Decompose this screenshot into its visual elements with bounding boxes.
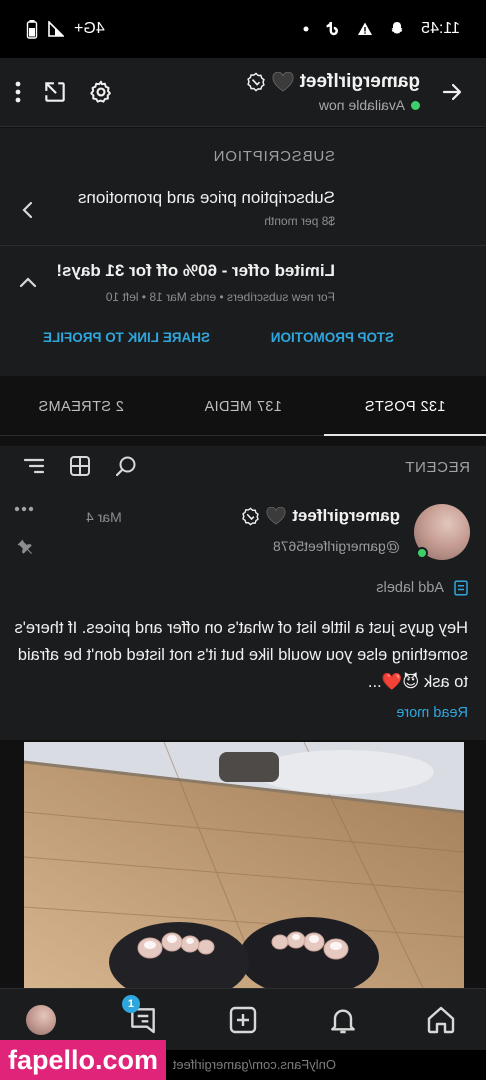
add-labels-text: Add labels — [376, 580, 444, 596]
more-options-button[interactable] — [14, 80, 22, 104]
mirrored-screen: 11:45 4G+ gamergirlfeet Available now SU… — [0, 0, 486, 1080]
nav-add-post[interactable] — [226, 1003, 260, 1037]
black-heart-icon — [272, 72, 294, 92]
verified-icon — [246, 72, 266, 92]
search-button[interactable] — [114, 454, 138, 478]
sort-button[interactable] — [22, 454, 46, 478]
limited-offer-row[interactable]: Limited offer - 60% off for 31 days! For… — [0, 255, 486, 315]
verified-icon — [241, 507, 260, 526]
availability-status: Available now — [318, 97, 405, 113]
profile-head: gamergirlfeet Available now — [246, 71, 420, 113]
offer-title: Limited offer - 60% off for 31 days! — [56, 261, 335, 280]
share-link-button[interactable]: SHARE LINK TO PROFILE — [43, 330, 210, 345]
dot-icon — [303, 26, 309, 32]
grid-view-button[interactable] — [68, 454, 92, 478]
sort-icon — [23, 458, 45, 474]
signal-icon — [48, 21, 64, 37]
vertical-dots-icon — [15, 81, 21, 103]
label-icon — [454, 580, 468, 596]
tab-media[interactable]: 137 MEDIA — [162, 378, 324, 436]
nav-messages[interactable]: 1 — [122, 995, 160, 1037]
arrow-left-icon — [442, 83, 462, 101]
profile-header: gamergirlfeet Available now — [0, 58, 486, 126]
post-media[interactable] — [24, 742, 464, 990]
black-heart-icon — [266, 507, 286, 525]
recent-label: RECENT — [404, 459, 470, 476]
post-more-button[interactable] — [14, 506, 34, 512]
tiktok-icon — [325, 21, 341, 37]
promotion-actions: STOP PROMOTION SHARE LINK TO PROFILE — [0, 330, 486, 354]
profile-tabs: 132 POSTS 137 MEDIA 2 STREAMS — [0, 378, 486, 436]
tab-posts[interactable]: 132 POSTS — [324, 378, 486, 436]
status-time: 11:45 — [421, 20, 460, 37]
profile-name: gamergirlfeet — [299, 71, 420, 92]
messages-badge: 1 — [122, 995, 140, 1013]
chevron-up-icon — [19, 277, 37, 288]
alert-icon — [357, 21, 373, 37]
back-button[interactable] — [428, 68, 476, 116]
offer-subtitle: For new subscribers • ends Mar 18 • left… — [105, 290, 335, 304]
online-indicator — [416, 547, 428, 559]
media-watermark-text: OnlyFans.com/gamergirlfeet — [172, 1057, 336, 1072]
subscription-price-row[interactable]: Subscription price and promotions $8 per… — [0, 180, 486, 240]
gear-icon — [90, 80, 111, 103]
post-author-handle[interactable]: @gamergirlfeet5678 — [273, 538, 400, 554]
bell-icon — [331, 1009, 355, 1034]
search-icon — [115, 456, 136, 477]
site-watermark: fapello.com — [0, 1040, 167, 1080]
online-dot — [411, 100, 420, 110]
settings-button[interactable] — [88, 79, 114, 105]
horizontal-dots-icon — [14, 506, 34, 512]
pinned-icon — [16, 538, 34, 556]
status-bar: 11:45 4G+ — [0, 0, 486, 58]
tab-streams[interactable]: 2 STREAMS — [0, 378, 162, 436]
feet-photo — [24, 742, 464, 990]
share-arrow-icon — [45, 82, 65, 102]
nav-home[interactable] — [424, 1003, 458, 1037]
price-title: Subscription price and promotions — [77, 188, 335, 207]
share-profile-button[interactable] — [42, 79, 68, 105]
stop-promotion-button[interactable]: STOP PROMOTION — [271, 330, 394, 345]
post-text: Hey guys just a little list of what's on… — [14, 619, 468, 691]
price-subtitle: $8 per month — [264, 214, 335, 228]
chevron-right-icon — [22, 201, 33, 219]
subscription-heading: SUBSCRIPTION — [212, 148, 335, 165]
grid-icon — [70, 456, 90, 476]
nav-profile[interactable] — [24, 1003, 58, 1037]
read-more-link[interactable]: Read more — [396, 705, 468, 721]
add-labels-button[interactable]: Add labels — [376, 579, 470, 597]
post-card: gamergirlfeet @gamergirlfeet5678 Mar 4 A… — [0, 490, 486, 740]
active-tab-indicator — [324, 434, 486, 436]
recent-bar: RECENT — [0, 446, 486, 490]
plus-square-icon — [229, 1006, 257, 1034]
network-label: 4G+ — [74, 20, 105, 37]
nav-avatar — [26, 1005, 56, 1035]
battery-icon — [26, 19, 38, 39]
nav-notifications[interactable] — [326, 1003, 360, 1037]
snapchat-icon — [389, 21, 405, 37]
post-date: Mar 4 — [86, 509, 122, 525]
post-author-name[interactable]: gamergirlfeet — [292, 506, 400, 526]
home-icon — [427, 1006, 455, 1034]
